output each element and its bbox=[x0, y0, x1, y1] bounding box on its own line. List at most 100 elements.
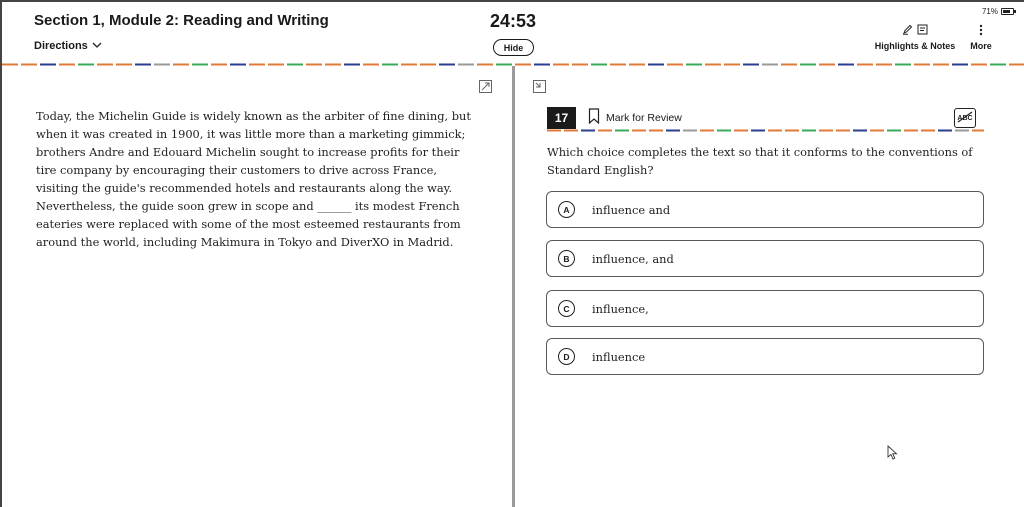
vertical-dots-icon bbox=[966, 24, 996, 38]
header: Section 1, Module 2: Reading and Writing… bbox=[0, 0, 1024, 62]
dash-segment bbox=[1009, 63, 1024, 66]
bookmark-icon bbox=[588, 108, 600, 127]
note-icon bbox=[917, 22, 928, 40]
dash-segment bbox=[325, 63, 341, 66]
dash-segment bbox=[40, 63, 56, 66]
battery-status: 71% bbox=[981, 7, 1016, 16]
dash-segment bbox=[751, 129, 765, 132]
dash-segment bbox=[800, 63, 816, 66]
more-label: More bbox=[970, 41, 992, 51]
dash-segment bbox=[363, 63, 379, 66]
dash-segment bbox=[990, 63, 1006, 66]
dash-segment bbox=[667, 63, 683, 66]
dash-segment bbox=[933, 63, 949, 66]
dash-segment bbox=[401, 63, 417, 66]
choice-letter-d: D bbox=[558, 348, 575, 365]
strikethrough-abc-button[interactable]: ABC bbox=[954, 108, 976, 128]
dash-segment bbox=[572, 63, 588, 66]
dash-segment bbox=[382, 63, 398, 66]
dash-segment bbox=[553, 63, 569, 66]
dash-segment bbox=[439, 63, 455, 66]
dash-segment bbox=[785, 129, 799, 132]
choice-letter-a: A bbox=[558, 201, 575, 218]
question-dashed-divider bbox=[547, 129, 984, 132]
dash-segment bbox=[743, 63, 759, 66]
highlights-notes-button[interactable]: Highlights & Notes bbox=[874, 24, 956, 51]
mark-for-review-button[interactable]: Mark for Review bbox=[588, 108, 682, 127]
dash-segment bbox=[838, 63, 854, 66]
dash-segment bbox=[781, 63, 797, 66]
question-number: 17 bbox=[547, 107, 576, 129]
dash-segment bbox=[154, 63, 170, 66]
strikethrough-abc-icon: ABC bbox=[956, 111, 974, 125]
dash-segment bbox=[768, 129, 782, 132]
dash-segment bbox=[734, 129, 748, 132]
dash-segment bbox=[534, 63, 550, 66]
chevron-down-icon bbox=[92, 40, 102, 52]
dash-segment bbox=[211, 63, 227, 66]
expand-icon[interactable] bbox=[479, 80, 492, 98]
battery-percent: 71% bbox=[981, 7, 998, 16]
dash-segment bbox=[610, 63, 626, 66]
dash-segment bbox=[762, 63, 778, 66]
dash-segment bbox=[59, 63, 75, 66]
dash-segment bbox=[938, 129, 952, 132]
hide-timer-button[interactable]: Hide bbox=[493, 39, 534, 56]
dash-segment bbox=[648, 63, 664, 66]
dash-segment bbox=[268, 63, 284, 66]
choice-text-d: influence bbox=[592, 349, 646, 364]
collapse-icon[interactable] bbox=[533, 80, 546, 98]
dash-segment bbox=[78, 63, 94, 66]
dash-segment bbox=[581, 129, 595, 132]
pane-divider[interactable] bbox=[512, 66, 515, 507]
dash-segment bbox=[904, 129, 918, 132]
more-button[interactable]: More bbox=[966, 24, 996, 51]
choice-text-a: influence and bbox=[592, 202, 671, 217]
dash-segment bbox=[547, 129, 561, 132]
dash-segment bbox=[802, 129, 816, 132]
answer-choice-b[interactable]: B influence, and bbox=[546, 240, 984, 277]
pen-icon bbox=[902, 22, 913, 40]
dash-segment bbox=[895, 63, 911, 66]
dash-segment bbox=[629, 63, 645, 66]
dash-segment bbox=[135, 63, 151, 66]
dash-segment bbox=[819, 63, 835, 66]
dash-segment bbox=[306, 63, 322, 66]
dash-segment bbox=[952, 63, 968, 66]
directions-button[interactable]: Directions bbox=[34, 40, 102, 52]
dash-segment bbox=[972, 129, 984, 132]
dash-segment bbox=[496, 63, 512, 66]
choice-text-c: influence, bbox=[592, 301, 649, 316]
dash-segment bbox=[615, 129, 629, 132]
answer-choice-c[interactable]: C influence, bbox=[546, 290, 984, 327]
dash-segment bbox=[420, 63, 436, 66]
highlights-notes-label: Highlights & Notes bbox=[874, 41, 956, 51]
dash-segment bbox=[632, 129, 646, 132]
section-title: Section 1, Module 2: Reading and Writing bbox=[34, 12, 329, 29]
dash-segment bbox=[477, 63, 493, 66]
question-prompt: Which choice completes the text so that … bbox=[547, 145, 973, 177]
dash-segment bbox=[853, 129, 867, 132]
mark-for-review-label: Mark for Review bbox=[606, 111, 682, 124]
dash-segment bbox=[887, 129, 901, 132]
dash-segment bbox=[870, 129, 884, 132]
dash-segment bbox=[914, 63, 930, 66]
reading-passage: Today, the Michelin Guide is widely know… bbox=[36, 109, 471, 249]
dash-segment bbox=[686, 63, 702, 66]
choice-letter-b: B bbox=[558, 250, 575, 267]
dash-segment bbox=[876, 63, 892, 66]
answer-choice-a[interactable]: A influence and bbox=[546, 191, 984, 228]
timer: 24:53 bbox=[490, 11, 537, 31]
dash-segment bbox=[921, 129, 935, 132]
dash-segment bbox=[230, 63, 246, 66]
dash-segment bbox=[173, 63, 189, 66]
dash-segment bbox=[116, 63, 132, 66]
answer-choice-d[interactable]: D influence bbox=[546, 338, 984, 375]
dash-segment bbox=[591, 63, 607, 66]
choice-letter-c: C bbox=[558, 300, 575, 317]
dash-segment bbox=[192, 63, 208, 66]
mouse-cursor-icon bbox=[887, 444, 898, 465]
dash-segment bbox=[287, 63, 303, 66]
dash-segment bbox=[705, 63, 721, 66]
dash-segment bbox=[2, 63, 18, 66]
